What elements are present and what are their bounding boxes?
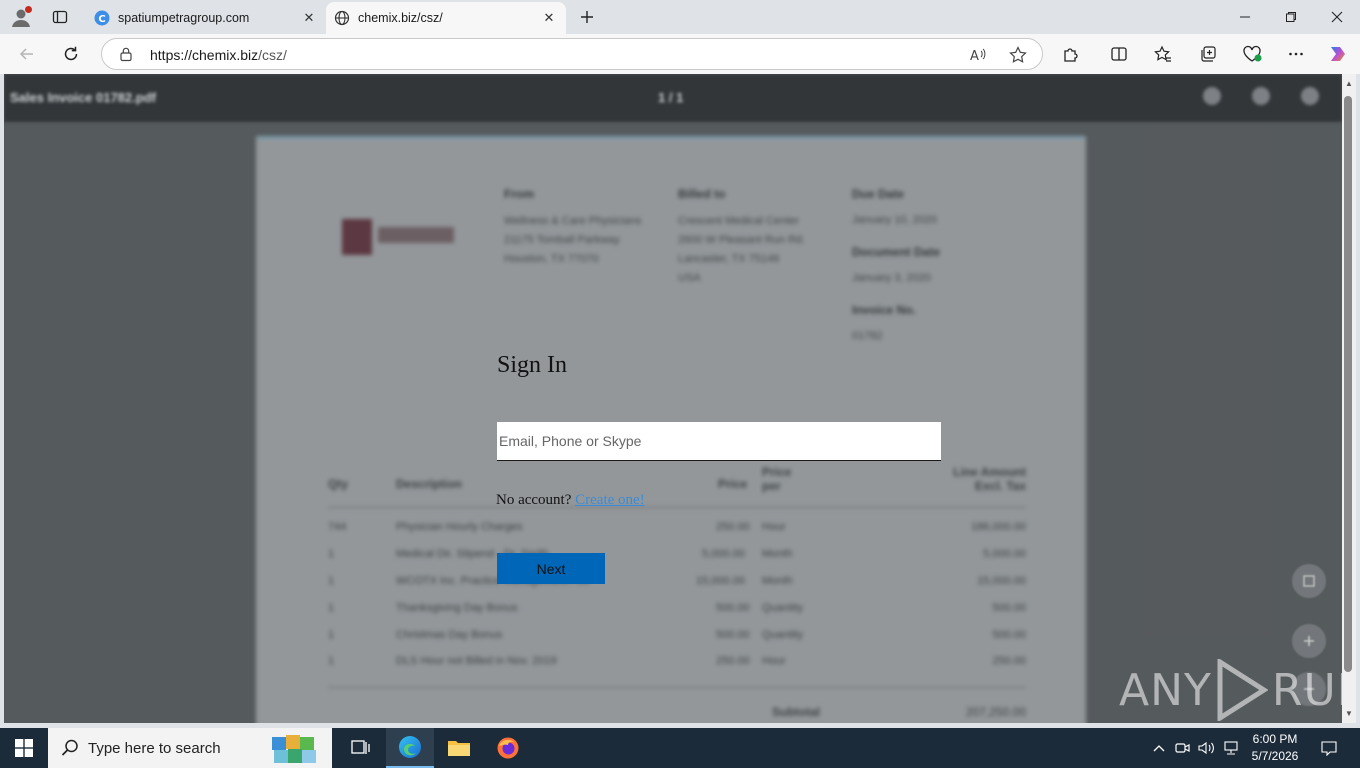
extensions-button[interactable] bbox=[1057, 40, 1085, 68]
notification-dot bbox=[25, 6, 32, 13]
pdf-toolbar-blurred: Sales Invoice 01782.pdf 1 / 1 bbox=[4, 74, 1342, 122]
address-bar[interactable]: https://chemix.biz/csz/ A bbox=[101, 38, 1043, 70]
task-view-icon bbox=[351, 740, 370, 754]
tab-strip: C spatiumpetragroup.com ✕ chemix.biz/csz… bbox=[0, 0, 1360, 34]
fit-page-button[interactable] bbox=[1292, 564, 1326, 598]
notifications-button[interactable] bbox=[1314, 728, 1344, 768]
arrow-left-icon bbox=[19, 48, 33, 60]
system-clock[interactable]: 6:00 PM 5/7/2026 bbox=[1244, 731, 1306, 765]
globe-icon bbox=[334, 10, 350, 26]
site-c-icon: C bbox=[94, 10, 110, 26]
scroll-up-arrow[interactable]: ▲ bbox=[1342, 76, 1356, 90]
lock-icon[interactable] bbox=[118, 46, 134, 62]
edge-taskbar-button[interactable] bbox=[386, 728, 434, 768]
tab-actions-icon bbox=[52, 10, 68, 24]
tab-close-button[interactable]: ✕ bbox=[298, 7, 320, 29]
network-button[interactable] bbox=[1220, 728, 1242, 768]
profile-button[interactable] bbox=[8, 5, 34, 29]
pdf-page-indicator: 1 / 1 bbox=[658, 90, 684, 105]
meet-now-button[interactable] bbox=[1172, 728, 1194, 768]
puzzle-widget-icon[interactable] bbox=[266, 731, 326, 765]
taskbar-search[interactable]: Type here to search bbox=[48, 728, 332, 768]
no-account-text: No account? Create one! bbox=[496, 492, 645, 508]
edge-icon bbox=[399, 736, 421, 758]
fit-page-icon bbox=[1303, 575, 1315, 587]
chevron-up-icon bbox=[1153, 745, 1165, 752]
pdf-file-name: Sales Invoice 01782.pdf bbox=[10, 90, 156, 105]
zoom-in-button[interactable] bbox=[1292, 624, 1326, 658]
collections-icon bbox=[1201, 46, 1216, 62]
refresh-icon bbox=[64, 46, 78, 61]
settings-menu-button[interactable] bbox=[1282, 40, 1310, 68]
start-button[interactable] bbox=[0, 728, 48, 768]
tab-spatiumpetragroup[interactable]: C spatiumpetragroup.com ✕ bbox=[86, 2, 326, 34]
anyrun-watermark: ANY RUN bbox=[1119, 659, 1342, 721]
more-icon bbox=[1289, 52, 1303, 56]
windows-taskbar: Type here to search 6:00 PM 5/7/2026 bbox=[0, 728, 1360, 768]
tab-close-button[interactable]: ✕ bbox=[538, 7, 560, 29]
create-account-link[interactable]: Create one! bbox=[575, 492, 645, 508]
performance-button[interactable] bbox=[1238, 40, 1266, 68]
camera-icon bbox=[1175, 743, 1190, 753]
signin-title: Sign In bbox=[497, 352, 568, 378]
volume-button[interactable] bbox=[1196, 728, 1218, 768]
read-aloud-icon[interactable]: A bbox=[968, 45, 988, 70]
refresh-button[interactable] bbox=[57, 40, 85, 68]
new-tab-button[interactable] bbox=[576, 6, 598, 28]
tab-title: chemix.biz/csz/ bbox=[358, 11, 443, 25]
split-screen-icon bbox=[1111, 47, 1127, 61]
speaker-icon bbox=[1198, 741, 1214, 755]
tab-actions-button[interactable] bbox=[48, 6, 72, 28]
print-icon bbox=[1301, 87, 1319, 105]
search-icon bbox=[61, 739, 78, 756]
windows-logo-icon bbox=[15, 739, 33, 757]
minimize-icon bbox=[1240, 16, 1250, 18]
page-viewport: Sales Invoice 01782.pdf 1 / 1 From Welln… bbox=[4, 74, 1342, 723]
search-placeholder: Type here to search bbox=[88, 739, 221, 757]
notification-icon bbox=[1321, 741, 1337, 756]
tab-chemix[interactable]: chemix.biz/csz/ ✕ bbox=[326, 2, 566, 34]
scroll-down-arrow[interactable]: ▼ bbox=[1342, 706, 1356, 720]
close-icon bbox=[1331, 11, 1343, 23]
task-view-button[interactable] bbox=[337, 728, 385, 768]
minimize-button[interactable] bbox=[1222, 0, 1268, 34]
next-button[interactable]: Next bbox=[497, 553, 605, 584]
back-button[interactable] bbox=[13, 40, 41, 68]
download-icon bbox=[1252, 87, 1270, 105]
copilot-button[interactable] bbox=[1324, 40, 1352, 68]
email-input[interactable] bbox=[497, 422, 941, 461]
restore-icon bbox=[1286, 12, 1296, 22]
svg-text:C: C bbox=[98, 14, 105, 25]
close-window-button[interactable] bbox=[1314, 0, 1360, 34]
heart-pulse-icon bbox=[1243, 45, 1262, 62]
favorite-star-icon[interactable] bbox=[1008, 45, 1028, 70]
play-logo-icon bbox=[1217, 659, 1268, 721]
vertical-scrollbar[interactable]: ▲ ▼ bbox=[1342, 74, 1356, 723]
plus-icon bbox=[581, 11, 593, 23]
url-text: https://chemix.biz/csz/ bbox=[150, 47, 287, 63]
favorites-icon bbox=[1154, 45, 1171, 62]
show-hidden-icons-button[interactable] bbox=[1150, 728, 1168, 768]
svg-text:A: A bbox=[970, 49, 979, 64]
file-explorer-button[interactable] bbox=[435, 728, 483, 768]
tab-title: spatiumpetragroup.com bbox=[118, 11, 250, 25]
split-screen-button[interactable] bbox=[1105, 40, 1133, 68]
network-icon bbox=[1224, 741, 1238, 755]
copilot-icon bbox=[1331, 47, 1345, 61]
collections-button[interactable] bbox=[1194, 40, 1222, 68]
scrollbar-thumb[interactable] bbox=[1344, 96, 1352, 672]
restore-button[interactable] bbox=[1268, 0, 1314, 34]
browser-toolbar: https://chemix.biz/csz/ A bbox=[0, 34, 1360, 74]
firefox-taskbar-button[interactable] bbox=[484, 728, 532, 768]
plus-icon bbox=[1304, 636, 1314, 646]
rotate-icon bbox=[1203, 87, 1221, 105]
puzzle-icon bbox=[1064, 48, 1078, 62]
folder-icon bbox=[448, 741, 470, 756]
favorites-button[interactable] bbox=[1149, 40, 1177, 68]
firefox-icon bbox=[497, 737, 519, 759]
